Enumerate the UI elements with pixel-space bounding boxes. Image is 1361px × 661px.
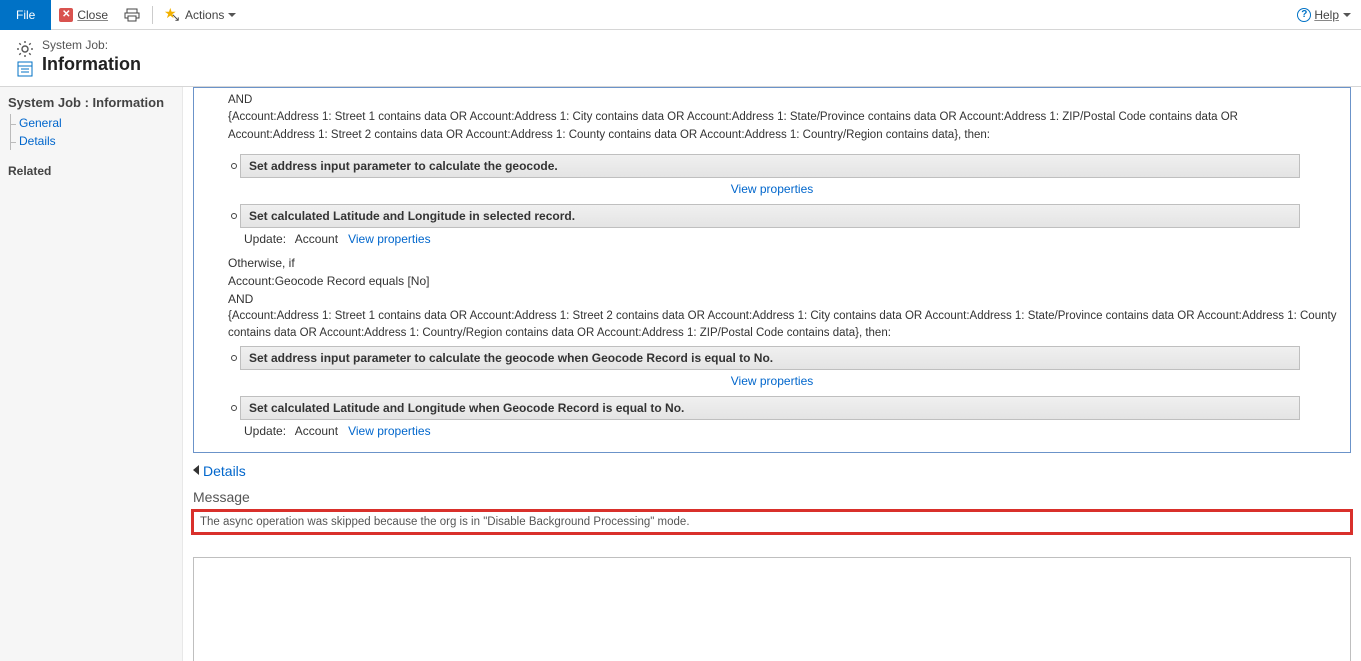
message-heading: Message	[193, 489, 1351, 505]
condition-text: Account:Geocode Record equals [No]	[228, 274, 429, 288]
update-value: Account	[295, 424, 338, 438]
condition-text: {Account:Address 1: Street 1 contains da…	[228, 308, 1344, 343]
workflow-step: Set calculated Latitude and Longitude in…	[228, 204, 1344, 228]
workflow-step: Set address input parameter to calculate…	[228, 154, 1344, 178]
nav-details[interactable]: Details	[19, 132, 174, 150]
print-button[interactable]	[116, 0, 148, 30]
bullet-icon	[228, 154, 240, 178]
ribbon-divider	[152, 6, 153, 24]
step-title: Set address input parameter to calculate…	[240, 346, 1300, 370]
bullet-icon	[228, 346, 240, 370]
view-properties-link[interactable]: View properties	[731, 374, 814, 388]
caret-down-icon	[1343, 13, 1351, 17]
view-properties-link[interactable]: View properties	[731, 182, 814, 196]
step-link-row: View properties	[200, 370, 1344, 392]
and-label: AND	[228, 94, 252, 106]
print-icon	[124, 7, 140, 23]
step-title: Set calculated Latitude and Longitude wh…	[240, 396, 1300, 420]
workflow-steps-block: AND {Account:Address 1: Street 1 contain…	[193, 87, 1351, 453]
otherwise-label: Otherwise, if	[228, 256, 295, 270]
step-title: Set address input parameter to calculate…	[240, 154, 1300, 178]
message-text: The async operation was skipped because …	[200, 516, 690, 528]
bullet-icon	[228, 396, 240, 420]
view-properties-link[interactable]: View properties	[348, 232, 431, 246]
nav-general[interactable]: General	[19, 114, 174, 132]
close-button[interactable]: ✕ Close	[51, 0, 116, 30]
detail-text-area[interactable]	[193, 557, 1351, 661]
record-header: System Job: Information	[0, 30, 1361, 87]
caret-down-icon	[228, 13, 236, 17]
gear-icon	[16, 40, 34, 58]
actions-label: Actions	[185, 8, 224, 22]
header-icons	[8, 40, 42, 78]
view-properties-link[interactable]: View properties	[348, 424, 431, 438]
workflow-step: Set address input parameter to calculate…	[228, 346, 1344, 370]
actions-menu[interactable]: ★↘ Actions	[157, 0, 244, 30]
message-text-box[interactable]: The async operation was skipped because …	[193, 511, 1351, 533]
close-label: Close	[77, 8, 108, 22]
help-icon: ?	[1297, 8, 1311, 22]
update-value: Account	[295, 232, 338, 246]
top-ribbon: File ✕ Close ★↘ Actions ? Help	[0, 0, 1361, 30]
details-section-toggle[interactable]: Details	[193, 463, 246, 479]
workflow-step: Set calculated Latitude and Longitude wh…	[228, 396, 1344, 420]
and-label: AND	[228, 292, 253, 306]
help-menu[interactable]: ? Help	[1297, 8, 1361, 22]
actions-icon: ★↘	[165, 7, 181, 23]
file-menu[interactable]: File	[0, 0, 51, 30]
main-scroll[interactable]: AND {Account:Address 1: Street 1 contain…	[183, 87, 1361, 661]
update-label: Update:	[244, 232, 286, 246]
leftnav-title: System Job : Information	[8, 95, 174, 110]
breadcrumb: System Job:	[42, 38, 141, 52]
main-panel: AND {Account:Address 1: Street 1 contain…	[183, 87, 1361, 661]
step-sub: Update: Account View properties	[244, 228, 1344, 250]
chevron-left-icon	[193, 465, 199, 475]
bullet-icon	[228, 204, 240, 228]
nav-related[interactable]: Related	[8, 164, 174, 178]
step-link-row: View properties	[200, 178, 1344, 200]
step-sub: Update: Account View properties	[244, 420, 1344, 442]
update-label: Update:	[244, 424, 286, 438]
help-label: Help	[1314, 8, 1339, 22]
condition-text: {Account:Address 1: Street 1 contains da…	[228, 111, 1238, 140]
step-title: Set calculated Latitude and Longitude in…	[240, 204, 1300, 228]
close-icon: ✕	[59, 8, 73, 22]
form-icon	[16, 60, 34, 78]
left-navigation: System Job : Information General Details…	[0, 87, 183, 661]
page-title: Information	[42, 54, 141, 75]
